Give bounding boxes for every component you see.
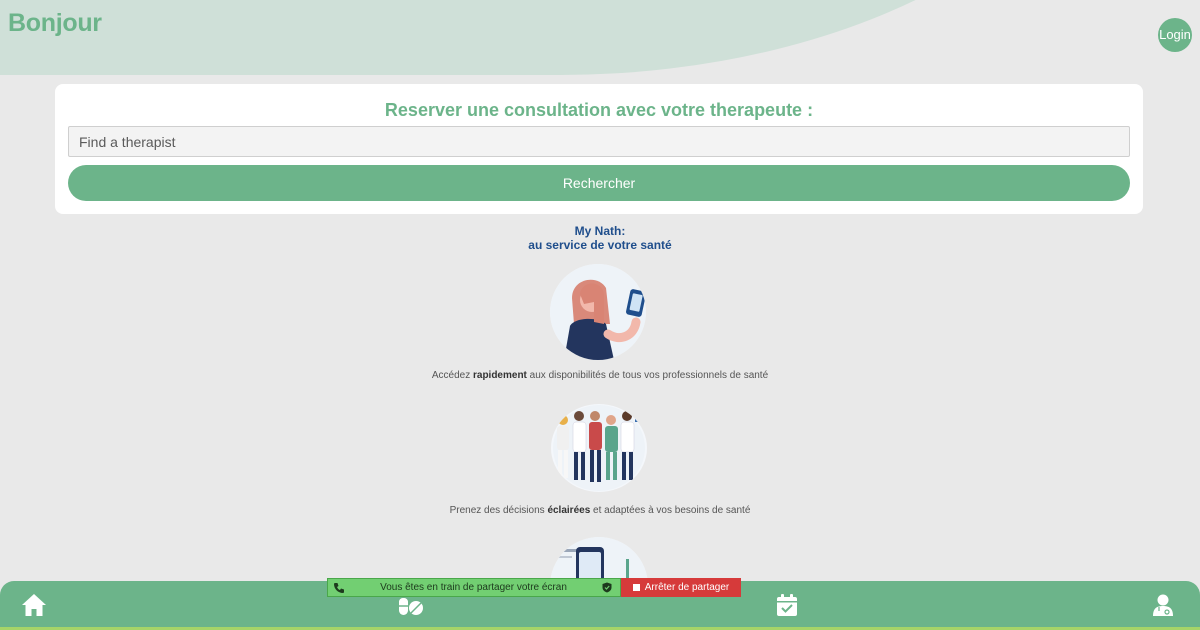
login-button[interactable]: Login [1158,18,1192,52]
health-team-illustration [551,404,647,492]
promo-title-line1: My Nath: [574,224,626,238]
promo-title: My Nath: au service de votre santé [0,224,1200,252]
caption-2-text: Prenez des décisions [449,505,548,516]
header-background [0,0,1200,75]
doctor-icon [1153,594,1173,616]
screen-share-bar: Vous êtes en train de partager votre écr… [327,578,741,597]
caption-2-bold: éclairées [547,505,591,516]
nav-appointments[interactable] [776,593,804,619]
stop-sharing-button[interactable]: Arrêter de partager [621,578,741,597]
promo-title-line2: au service de votre santé [528,238,672,252]
stop-sharing-label: Arrêter de partager [644,582,730,593]
search-card-title: Reserver une consultation avec votre the… [384,100,814,120]
promo-caption-1: Accédez rapidement aux disponibilités de… [0,370,1200,381]
caption-2-text-end: et adaptées à vos besoins de santé [590,505,751,516]
nav-home[interactable] [21,593,49,619]
caption-1-bold: rapidement [472,370,527,381]
search-button[interactable]: Rechercher [68,165,1130,201]
promo-caption-2: Prenez des décisions éclairées et adapté… [0,505,1200,516]
greeting-title: Bonjour [8,9,102,37]
stop-icon [632,584,640,591]
phone-icon [334,582,344,593]
header-wave [0,0,1120,75]
caption-1-text: Accédez [431,370,473,381]
search-card: Reserver une consultation avec votre the… [55,84,1143,214]
therapist-search-input[interactable] [68,126,1130,157]
nav-profile[interactable] [1152,593,1180,619]
calendar-check-icon [777,594,797,616]
share-status-text: Vous êtes en train de partager votre écr… [380,582,567,593]
shield-check-icon [602,582,612,593]
home-icon [22,594,46,616]
caption-1-text-end: aux disponibilités de tous vos professio… [526,370,769,381]
woman-phone-illustration [550,264,646,360]
share-status: Vous êtes en train de partager votre écr… [327,578,621,597]
